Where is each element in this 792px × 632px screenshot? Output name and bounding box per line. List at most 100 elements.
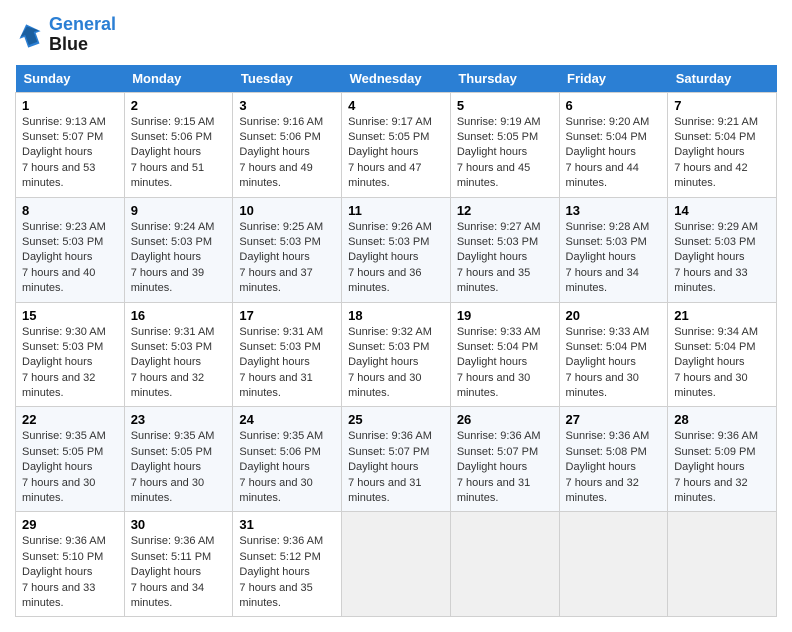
day-number: 10 xyxy=(239,203,335,218)
day-number: 29 xyxy=(22,517,118,532)
calendar-day-cell: 24 Sunrise: 9:35 AM Sunset: 5:06 PM Dayl… xyxy=(233,407,342,512)
page-header: GeneralBlue xyxy=(15,15,777,55)
day-info: Sunrise: 9:21 AM Sunset: 5:04 PM Dayligh… xyxy=(674,115,770,192)
calendar-week-row: 1 Sunrise: 9:13 AM Sunset: 5:07 PM Dayli… xyxy=(16,92,777,197)
weekday-header: Thursday xyxy=(450,65,559,93)
calendar-day-cell: 22 Sunrise: 9:35 AM Sunset: 5:05 PM Dayl… xyxy=(16,407,125,512)
day-info: Sunrise: 9:17 AM Sunset: 5:05 PM Dayligh… xyxy=(348,115,444,192)
day-number: 11 xyxy=(348,203,444,218)
day-info: Sunrise: 9:36 AM Sunset: 5:11 PM Dayligh… xyxy=(131,534,227,611)
calendar-day-cell: 19 Sunrise: 9:33 AM Sunset: 5:04 PM Dayl… xyxy=(450,302,559,407)
calendar-day-cell xyxy=(450,512,559,617)
calendar-day-cell: 7 Sunrise: 9:21 AM Sunset: 5:04 PM Dayli… xyxy=(668,92,777,197)
calendar-day-cell: 20 Sunrise: 9:33 AM Sunset: 5:04 PM Dayl… xyxy=(559,302,668,407)
day-number: 15 xyxy=(22,308,118,323)
calendar-day-cell: 17 Sunrise: 9:31 AM Sunset: 5:03 PM Dayl… xyxy=(233,302,342,407)
day-number: 16 xyxy=(131,308,227,323)
day-number: 27 xyxy=(566,412,662,427)
day-info: Sunrise: 9:31 AM Sunset: 5:03 PM Dayligh… xyxy=(131,325,227,402)
day-info: Sunrise: 9:36 AM Sunset: 5:10 PM Dayligh… xyxy=(22,534,118,611)
day-info: Sunrise: 9:16 AM Sunset: 5:06 PM Dayligh… xyxy=(239,115,335,192)
calendar-day-cell: 1 Sunrise: 9:13 AM Sunset: 5:07 PM Dayli… xyxy=(16,92,125,197)
day-number: 5 xyxy=(457,98,553,113)
weekday-header: Tuesday xyxy=(233,65,342,93)
day-info: Sunrise: 9:36 AM Sunset: 5:12 PM Dayligh… xyxy=(239,534,335,611)
day-info: Sunrise: 9:20 AM Sunset: 5:04 PM Dayligh… xyxy=(566,115,662,192)
day-number: 28 xyxy=(674,412,770,427)
day-info: Sunrise: 9:36 AM Sunset: 5:09 PM Dayligh… xyxy=(674,429,770,506)
calendar-week-row: 22 Sunrise: 9:35 AM Sunset: 5:05 PM Dayl… xyxy=(16,407,777,512)
calendar-table: SundayMondayTuesdayWednesdayThursdayFrid… xyxy=(15,65,777,618)
day-number: 31 xyxy=(239,517,335,532)
day-info: Sunrise: 9:35 AM Sunset: 5:05 PM Dayligh… xyxy=(22,429,118,506)
logo: GeneralBlue xyxy=(15,15,116,55)
day-info: Sunrise: 9:29 AM Sunset: 5:03 PM Dayligh… xyxy=(674,220,770,297)
day-info: Sunrise: 9:36 AM Sunset: 5:08 PM Dayligh… xyxy=(566,429,662,506)
calendar-day-cell: 25 Sunrise: 9:36 AM Sunset: 5:07 PM Dayl… xyxy=(342,407,451,512)
day-number: 3 xyxy=(239,98,335,113)
day-info: Sunrise: 9:24 AM Sunset: 5:03 PM Dayligh… xyxy=(131,220,227,297)
calendar-day-cell xyxy=(668,512,777,617)
calendar-day-cell: 26 Sunrise: 9:36 AM Sunset: 5:07 PM Dayl… xyxy=(450,407,559,512)
calendar-day-cell: 13 Sunrise: 9:28 AM Sunset: 5:03 PM Dayl… xyxy=(559,197,668,302)
day-number: 4 xyxy=(348,98,444,113)
calendar-day-cell: 23 Sunrise: 9:35 AM Sunset: 5:05 PM Dayl… xyxy=(124,407,233,512)
calendar-day-cell: 21 Sunrise: 9:34 AM Sunset: 5:04 PM Dayl… xyxy=(668,302,777,407)
day-number: 8 xyxy=(22,203,118,218)
calendar-day-cell: 18 Sunrise: 9:32 AM Sunset: 5:03 PM Dayl… xyxy=(342,302,451,407)
day-info: Sunrise: 9:19 AM Sunset: 5:05 PM Dayligh… xyxy=(457,115,553,192)
day-number: 9 xyxy=(131,203,227,218)
day-number: 2 xyxy=(131,98,227,113)
day-number: 14 xyxy=(674,203,770,218)
day-number: 18 xyxy=(348,308,444,323)
calendar-week-row: 15 Sunrise: 9:30 AM Sunset: 5:03 PM Dayl… xyxy=(16,302,777,407)
day-number: 24 xyxy=(239,412,335,427)
day-number: 19 xyxy=(457,308,553,323)
calendar-day-cell: 8 Sunrise: 9:23 AM Sunset: 5:03 PM Dayli… xyxy=(16,197,125,302)
day-info: Sunrise: 9:36 AM Sunset: 5:07 PM Dayligh… xyxy=(457,429,553,506)
weekday-header: Sunday xyxy=(16,65,125,93)
calendar-day-cell xyxy=(342,512,451,617)
calendar-day-cell: 27 Sunrise: 9:36 AM Sunset: 5:08 PM Dayl… xyxy=(559,407,668,512)
day-number: 1 xyxy=(22,98,118,113)
day-number: 22 xyxy=(22,412,118,427)
day-number: 25 xyxy=(348,412,444,427)
day-number: 23 xyxy=(131,412,227,427)
calendar-day-cell xyxy=(559,512,668,617)
day-number: 12 xyxy=(457,203,553,218)
weekday-header: Saturday xyxy=(668,65,777,93)
day-info: Sunrise: 9:13 AM Sunset: 5:07 PM Dayligh… xyxy=(22,115,118,192)
calendar-day-cell: 31 Sunrise: 9:36 AM Sunset: 5:12 PM Dayl… xyxy=(233,512,342,617)
calendar-day-cell: 16 Sunrise: 9:31 AM Sunset: 5:03 PM Dayl… xyxy=(124,302,233,407)
calendar-day-cell: 30 Sunrise: 9:36 AM Sunset: 5:11 PM Dayl… xyxy=(124,512,233,617)
calendar-day-cell: 3 Sunrise: 9:16 AM Sunset: 5:06 PM Dayli… xyxy=(233,92,342,197)
day-info: Sunrise: 9:35 AM Sunset: 5:05 PM Dayligh… xyxy=(131,429,227,506)
day-number: 6 xyxy=(566,98,662,113)
day-info: Sunrise: 9:33 AM Sunset: 5:04 PM Dayligh… xyxy=(566,325,662,402)
calendar-day-cell: 10 Sunrise: 9:25 AM Sunset: 5:03 PM Dayl… xyxy=(233,197,342,302)
day-number: 17 xyxy=(239,308,335,323)
day-info: Sunrise: 9:31 AM Sunset: 5:03 PM Dayligh… xyxy=(239,325,335,402)
calendar-day-cell: 29 Sunrise: 9:36 AM Sunset: 5:10 PM Dayl… xyxy=(16,512,125,617)
day-info: Sunrise: 9:36 AM Sunset: 5:07 PM Dayligh… xyxy=(348,429,444,506)
day-info: Sunrise: 9:15 AM Sunset: 5:06 PM Dayligh… xyxy=(131,115,227,192)
day-number: 20 xyxy=(566,308,662,323)
day-info: Sunrise: 9:23 AM Sunset: 5:03 PM Dayligh… xyxy=(22,220,118,297)
day-number: 13 xyxy=(566,203,662,218)
day-info: Sunrise: 9:26 AM Sunset: 5:03 PM Dayligh… xyxy=(348,220,444,297)
calendar-day-cell: 14 Sunrise: 9:29 AM Sunset: 5:03 PM Dayl… xyxy=(668,197,777,302)
calendar-day-cell: 6 Sunrise: 9:20 AM Sunset: 5:04 PM Dayli… xyxy=(559,92,668,197)
day-info: Sunrise: 9:32 AM Sunset: 5:03 PM Dayligh… xyxy=(348,325,444,402)
calendar-day-cell: 11 Sunrise: 9:26 AM Sunset: 5:03 PM Dayl… xyxy=(342,197,451,302)
calendar-week-row: 29 Sunrise: 9:36 AM Sunset: 5:10 PM Dayl… xyxy=(16,512,777,617)
calendar-day-cell: 28 Sunrise: 9:36 AM Sunset: 5:09 PM Dayl… xyxy=(668,407,777,512)
day-number: 30 xyxy=(131,517,227,532)
logo-icon xyxy=(15,20,45,50)
day-info: Sunrise: 9:34 AM Sunset: 5:04 PM Dayligh… xyxy=(674,325,770,402)
day-number: 21 xyxy=(674,308,770,323)
weekday-header: Wednesday xyxy=(342,65,451,93)
day-info: Sunrise: 9:25 AM Sunset: 5:03 PM Dayligh… xyxy=(239,220,335,297)
calendar-week-row: 8 Sunrise: 9:23 AM Sunset: 5:03 PM Dayli… xyxy=(16,197,777,302)
day-info: Sunrise: 9:28 AM Sunset: 5:03 PM Dayligh… xyxy=(566,220,662,297)
calendar-day-cell: 2 Sunrise: 9:15 AM Sunset: 5:06 PM Dayli… xyxy=(124,92,233,197)
